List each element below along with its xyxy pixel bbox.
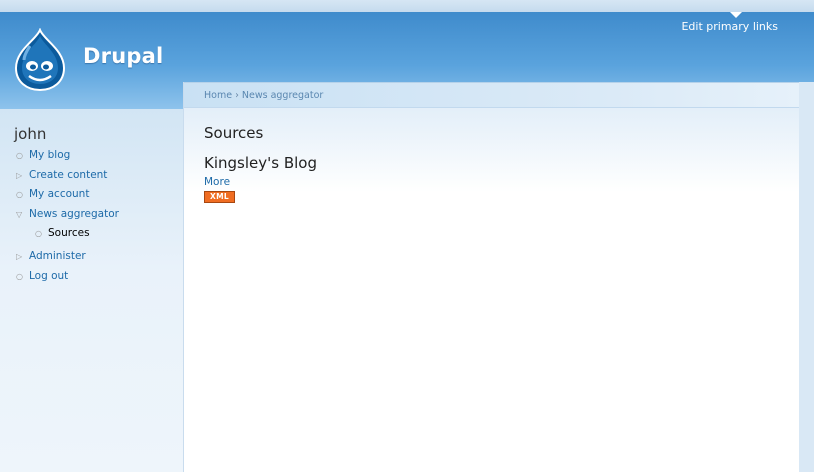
sidebar-item-label[interactable]: My account bbox=[29, 188, 89, 200]
primary-links-marker-icon bbox=[730, 12, 742, 18]
site-name[interactable]: Drupal bbox=[83, 44, 163, 68]
xml-feed-icon[interactable]: XML bbox=[204, 191, 235, 203]
sidebar-item-label[interactable]: Administer bbox=[29, 250, 86, 262]
page-title: Sources bbox=[204, 124, 264, 142]
bullet-icon: ○ bbox=[16, 190, 23, 200]
breadcrumb-bar: Home › News aggregator bbox=[184, 82, 799, 108]
more-link[interactable]: More bbox=[204, 176, 230, 188]
collapsed-arrow-icon: ▷ bbox=[16, 170, 23, 180]
breadcrumb: Home › News aggregator bbox=[204, 90, 323, 101]
bullet-icon: ○ bbox=[16, 271, 23, 281]
edit-primary-links-link[interactable]: Edit primary links bbox=[681, 20, 778, 33]
sidebar-user-name: john bbox=[14, 125, 47, 143]
main-content: Home › News aggregator Sources Kingsley's … bbox=[183, 82, 800, 472]
breadcrumb-home-link[interactable]: Home bbox=[204, 90, 232, 101]
collapsed-arrow-icon: ▷ bbox=[16, 252, 23, 262]
breadcrumb-news-aggregator-link[interactable]: News aggregator bbox=[242, 90, 323, 101]
sidebar-item-label[interactable]: Create content bbox=[29, 169, 107, 181]
bullet-icon: ○ bbox=[16, 151, 23, 160]
sidebar-item-label[interactable]: News aggregator bbox=[29, 208, 119, 220]
sidebar-item-label[interactable]: Log out bbox=[29, 270, 68, 282]
sidebar-item-label[interactable]: My blog bbox=[29, 149, 70, 161]
right-margin bbox=[799, 82, 814, 472]
bullet-icon: ○ bbox=[35, 229, 42, 239]
breadcrumb-separator: › bbox=[235, 90, 239, 101]
sidebar: john ○ My blog ▷ Create content ○ My acc… bbox=[0, 109, 183, 472]
drupal-drop-icon[interactable] bbox=[14, 28, 66, 92]
feed-title: Kingsley's Blog bbox=[204, 154, 317, 172]
expanded-arrow-icon: ▽ bbox=[16, 209, 23, 219]
sidebar-item-label[interactable]: Sources bbox=[48, 227, 90, 239]
